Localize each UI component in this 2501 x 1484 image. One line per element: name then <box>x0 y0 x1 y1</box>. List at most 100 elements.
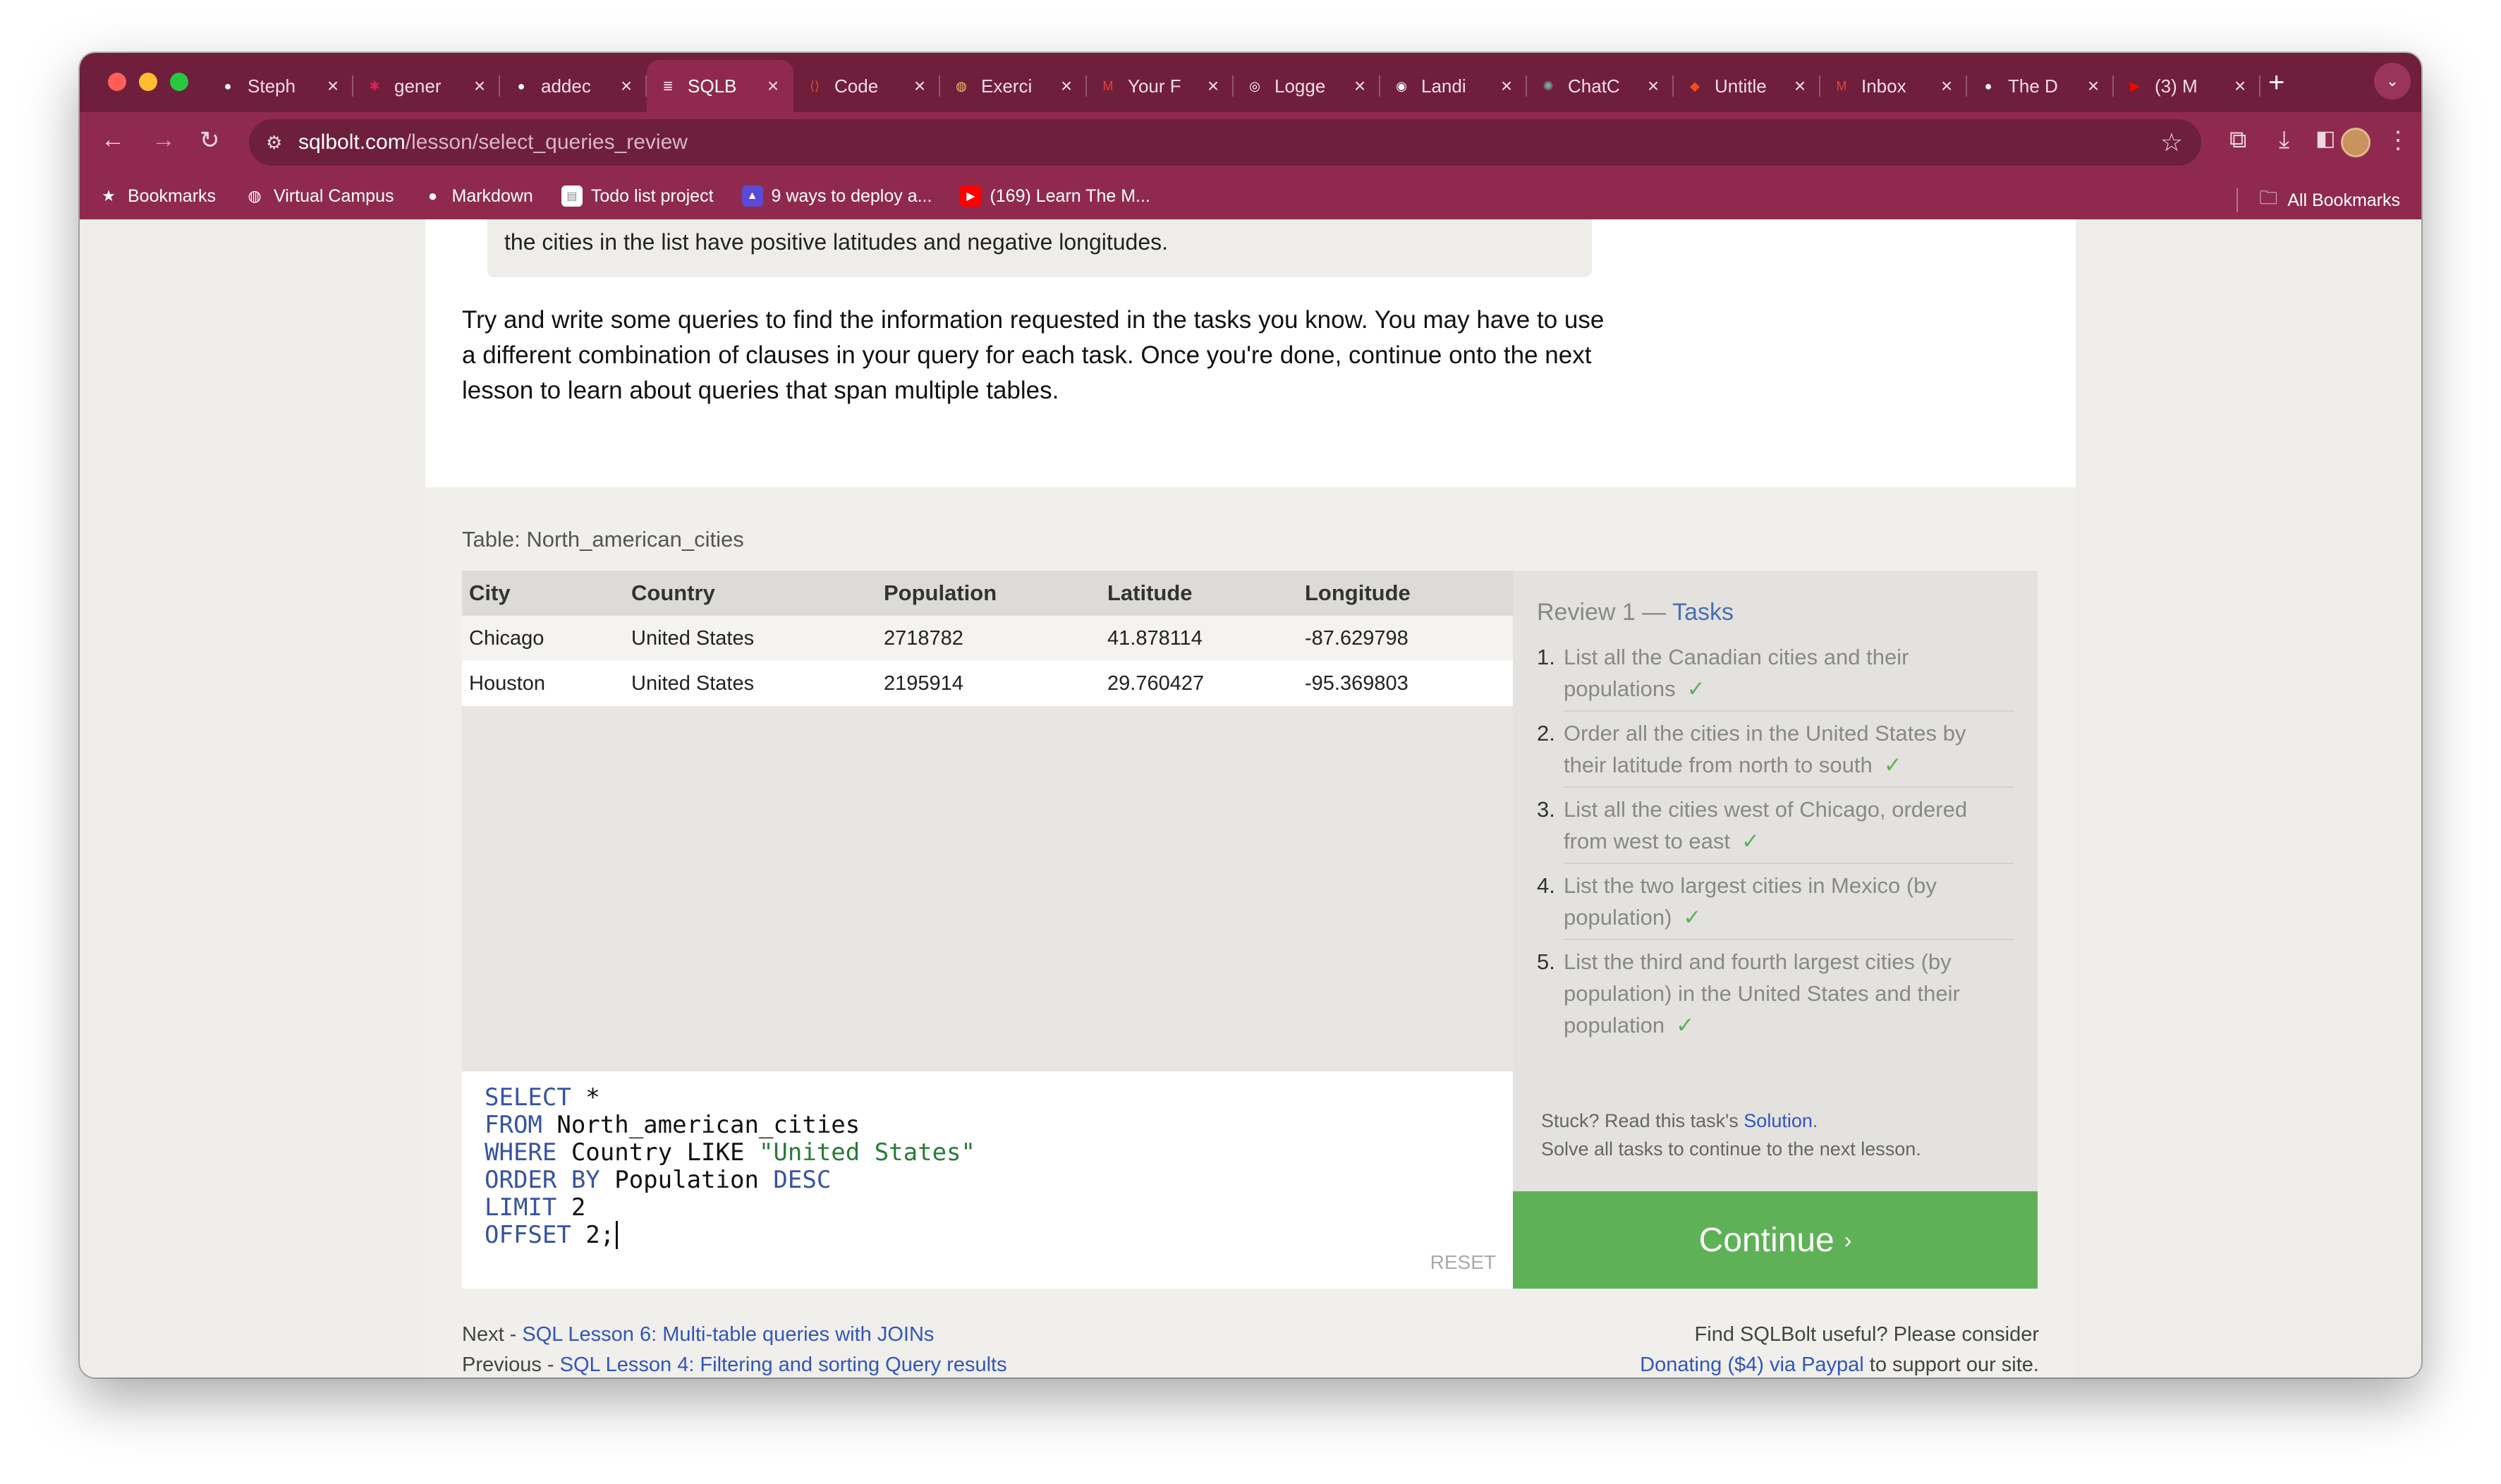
checkmark-icon: ✓ <box>1676 1013 1695 1038</box>
table-cell: Houston <box>469 671 546 695</box>
close-tab-icon[interactable]: × <box>1791 75 1809 97</box>
new-tab-button[interactable]: + <box>2268 67 2284 99</box>
back-icon[interactable]: ← <box>101 126 125 154</box>
code-line: ORDER BY Population DESC <box>485 1167 1513 1194</box>
bookmark-label: Markdown <box>451 186 533 206</box>
table-caption: Table: North_american_cities <box>462 527 744 552</box>
browser-tab[interactable]: ✺ ChatC × <box>1527 60 1674 112</box>
close-tab-icon[interactable]: × <box>764 75 782 97</box>
close-tab-icon[interactable]: × <box>1644 75 1662 97</box>
github-icon: ● <box>1984 78 1992 93</box>
maximize-window-button[interactable] <box>170 73 188 91</box>
column-header: City <box>469 580 511 605</box>
address-bar[interactable]: ⚙ sqlbolt.com/lesson/select_queries_revi… <box>249 119 2201 166</box>
close-tab-icon[interactable]: × <box>2084 75 2103 97</box>
close-tab-icon[interactable]: × <box>1937 75 1956 97</box>
reload-icon[interactable]: ↻ <box>200 126 220 154</box>
task-body: List the third and fourth largest cities… <box>1564 946 2014 1041</box>
table-cell: -95.369803 <box>1305 671 1408 695</box>
bookmarks-divider <box>2237 188 2239 212</box>
close-tab-icon[interactable]: × <box>1497 75 1516 97</box>
browser-tab[interactable]: ● The D × <box>1967 60 2114 112</box>
slack-icon: ✱ <box>369 78 380 93</box>
browser-tab[interactable]: ◉ Landi × <box>1380 60 1527 112</box>
browser-tab[interactable]: M Your F × <box>1087 60 1234 112</box>
browser-tab[interactable]: ⟨⟩ Code × <box>793 60 940 112</box>
browser-tab[interactable]: ◍ Exerci × <box>940 60 1087 112</box>
bookmark-item[interactable]: ★ Bookmarks <box>98 186 216 207</box>
solution-link[interactable]: Solution <box>1744 1110 1813 1131</box>
browser-tab[interactable]: M Inbox × <box>1820 60 1967 112</box>
task-divider <box>1564 786 2014 788</box>
sql-editor[interactable]: SELECT * FROM North_american_cities WHERE … <box>462 1071 1513 1289</box>
task-item: 4. List the two largest cities in Mexico … <box>1537 870 2014 933</box>
close-window-button[interactable] <box>108 73 126 91</box>
github-icon: ● <box>427 187 438 205</box>
table-cell: Chicago <box>469 626 544 650</box>
bookmark-item[interactable]: ▶ (169) Learn The M... <box>960 186 1150 207</box>
tab-title: Logge <box>1274 75 1326 97</box>
close-tab-icon[interactable]: × <box>1351 75 1369 97</box>
close-tab-icon[interactable]: × <box>1057 75 1076 97</box>
tab-title: Untitle <box>1715 75 1767 97</box>
reset-button[interactable]: RESET <box>1430 1248 1496 1276</box>
table-cell: 2195914 <box>884 671 963 695</box>
next-lesson-link[interactable]: SQL Lesson 6: Multi-table queries with J… <box>522 1323 934 1346</box>
tab-search-button[interactable]: ⌄ <box>2374 63 2411 99</box>
code-text: North_american_cities <box>542 1111 860 1139</box>
extensions-icon[interactable]: ⧉ <box>2229 126 2246 154</box>
minimize-window-button[interactable] <box>139 73 157 91</box>
bookmark-item[interactable]: ◍ Virtual Campus <box>244 186 394 207</box>
checkmark-icon: ✓ <box>1883 753 1902 777</box>
all-bookmarks-label: All Bookmarks <box>2287 190 2400 210</box>
profile-avatar[interactable] <box>2341 128 2371 157</box>
close-tab-icon[interactable]: × <box>324 75 342 97</box>
browser-tab[interactable]: ◎ Logge × <box>1234 60 1380 112</box>
browser-tab[interactable]: ◆ Untitle × <box>1674 60 1820 112</box>
forward-icon[interactable]: → <box>152 126 176 154</box>
menu-icon[interactable]: ⋮ <box>2386 126 2410 154</box>
download-icon[interactable]: ⤓ <box>2279 126 2289 154</box>
rocket-icon: ▲ <box>741 186 763 207</box>
previous-lesson-link[interactable]: SQL Lesson 4: Filtering and sorting Quer… <box>560 1354 1007 1376</box>
close-tab-icon[interactable]: × <box>470 75 489 97</box>
bookmark-label: (169) Learn The M... <box>990 186 1150 206</box>
table-cell: United States <box>631 671 755 695</box>
all-bookmarks-button[interactable]: 🗀 All Bookmarks <box>2237 185 2400 216</box>
table-row: Houston United States 2195914 29.760427 -95.… <box>462 661 1513 706</box>
browser-tab[interactable]: ≣ SQLB × <box>647 60 793 112</box>
tab-title: Steph <box>248 75 296 97</box>
tab-title: Landi <box>1421 75 1466 97</box>
side-panel-icon[interactable]: ◧ <box>2316 126 2335 151</box>
code-keyword: ORDER BY <box>485 1166 600 1194</box>
github-icon: ● <box>224 78 232 93</box>
code-text: Population <box>600 1166 774 1194</box>
code-line: LIMIT 2 <box>485 1194 1513 1222</box>
continue-button[interactable]: Continue › <box>1513 1191 2038 1289</box>
task-text: List all the Canadian cities and their p… <box>1564 645 1909 701</box>
close-tab-icon[interactable]: × <box>617 75 635 97</box>
browser-toolbar: ← → ↻ ⚙ sqlbolt.com/lesson/select_querie… <box>80 112 2421 173</box>
site-settings-icon[interactable]: ⚙ <box>266 132 282 154</box>
close-tab-icon[interactable]: × <box>1204 75 1222 97</box>
bookmark-item[interactable]: ▤ Todo list project <box>561 186 714 207</box>
tasks-title-label: Tasks <box>1672 599 1734 626</box>
table-row: Chicago United States 2718782 41.878114 -87.… <box>462 616 1513 661</box>
bookmark-item[interactable]: ● Markdown <box>422 186 533 207</box>
lesson-content: the cities in the list have positive lat… <box>425 219 2076 1377</box>
donate-link[interactable]: Donating ($4) via Paypal <box>1640 1354 1864 1376</box>
code-keyword: LIMIT <box>485 1193 557 1222</box>
close-tab-icon[interactable]: × <box>2231 75 2249 97</box>
figma-icon: ◆ <box>1690 78 1700 93</box>
checkmark-icon: ✓ <box>1683 905 1702 930</box>
bookmark-star-icon[interactable]: ☆ <box>2160 128 2183 157</box>
browser-tab[interactable]: ▶ (3) M × <box>2114 60 2260 112</box>
task-divider <box>1564 863 2014 864</box>
browser-tab[interactable]: ✱ gener × <box>353 60 500 112</box>
browser-tab[interactable]: ● Steph × <box>207 60 353 112</box>
close-tab-icon[interactable]: × <box>911 75 929 97</box>
task-item: 5. List the third and fourth largest citi… <box>1537 946 2014 1041</box>
column-header: Population <box>884 580 997 605</box>
bookmark-item[interactable]: ▲ 9 ways to deploy a... <box>741 186 932 207</box>
browser-tab[interactable]: ● addec × <box>500 60 647 112</box>
